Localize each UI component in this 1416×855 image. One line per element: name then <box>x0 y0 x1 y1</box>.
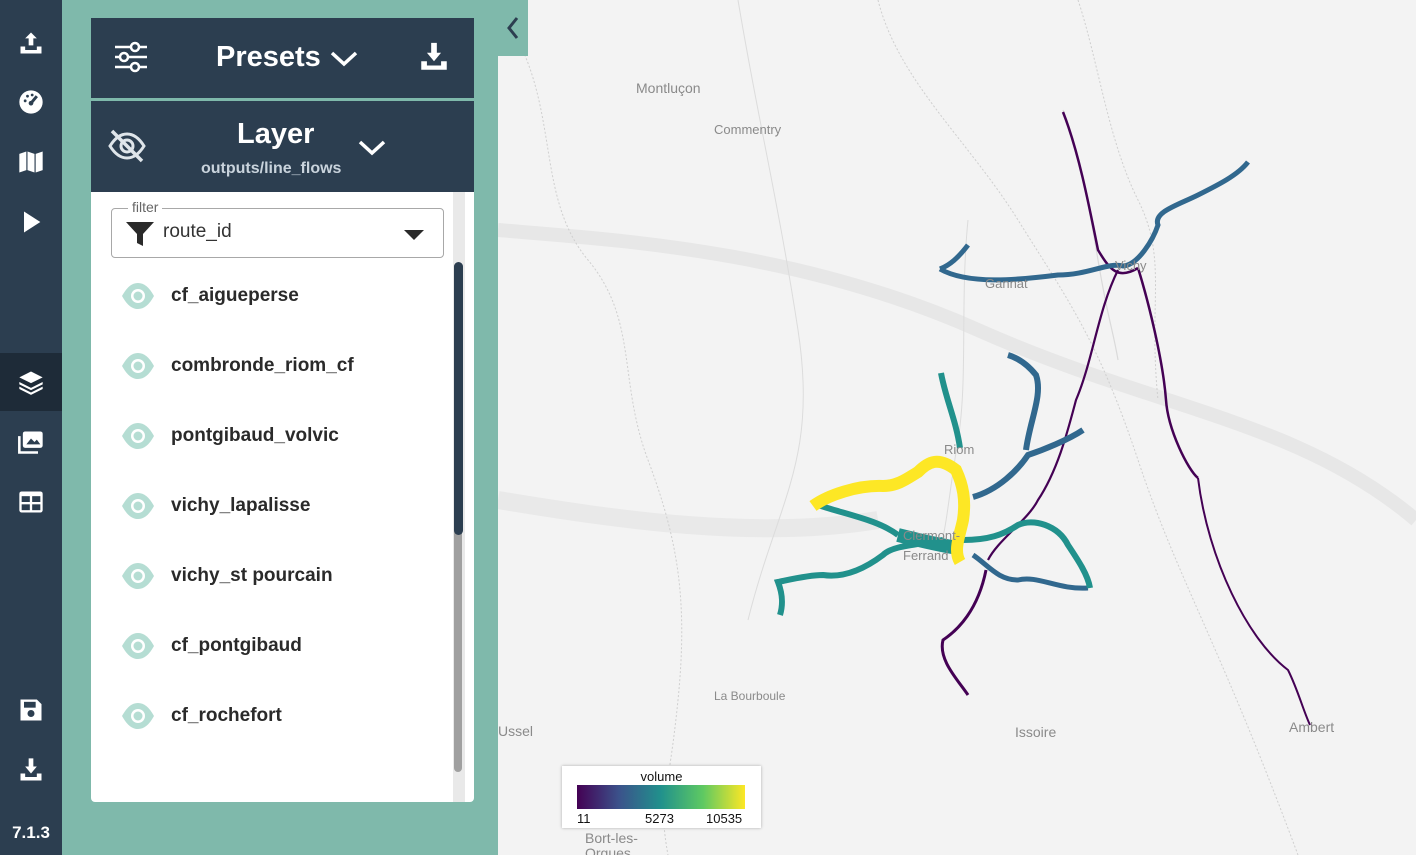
place-label: Gannat <box>985 276 1028 291</box>
route-label: pontgibaud_volvic <box>171 425 339 446</box>
place-label: La Bourboule <box>714 689 786 703</box>
dashboard-button[interactable] <box>0 73 62 131</box>
river-line <box>1062 109 1119 361</box>
route-item[interactable]: cf_aigueperse <box>91 262 451 332</box>
route-item[interactable]: vichy_lapalisse <box>91 472 451 542</box>
route-item[interactable]: cf_rochefort <box>91 682 451 752</box>
download-button[interactable] <box>0 741 62 799</box>
map-canvas[interactable] <box>498 0 1416 855</box>
legend-title: volume <box>640 769 683 784</box>
filter-value: route_id <box>163 221 232 242</box>
funnel-icon <box>126 222 154 246</box>
route-line <box>1061 111 1139 275</box>
route-item[interactable]: cf_pontgibaud <box>91 612 451 682</box>
route-label: vichy_st pourcain <box>171 565 333 586</box>
route-line <box>1136 267 1199 479</box>
layers-button[interactable] <box>0 353 62 411</box>
layer-panel: Presets Layer outputs/line_flows filter … <box>62 0 498 855</box>
collapse-panel-button[interactable] <box>498 0 528 56</box>
layer-title: Layer <box>237 118 315 150</box>
legend-gradient <box>577 785 745 809</box>
route-line <box>938 160 1250 283</box>
route-label: cf_rochefort <box>171 705 282 726</box>
route-line <box>940 569 988 696</box>
place-label: Riom <box>944 442 975 457</box>
eye-icon[interactable] <box>121 349 155 383</box>
route-line <box>1007 352 1042 451</box>
route-line <box>971 552 1089 591</box>
map-icon <box>19 151 43 173</box>
place-label: Bort-les-Orgues <box>585 830 638 855</box>
eye-off-icon[interactable] <box>107 128 147 164</box>
filter-select[interactable]: filter route_id <box>111 199 444 258</box>
place-label: Ambert <box>1289 719 1335 735</box>
place-label: Commentry <box>714 122 782 137</box>
place-label: Montluçon <box>636 80 701 96</box>
route-item[interactable]: vichy_st pourcain <box>91 542 451 612</box>
route-label: cf_aigueperse <box>171 285 299 306</box>
place-label: Ussel <box>498 723 534 739</box>
eye-icon[interactable] <box>121 279 155 313</box>
route-line <box>987 269 1119 561</box>
save-button[interactable] <box>0 681 62 739</box>
layer-subtitle: outputs/line_flows <box>201 160 342 177</box>
volume-legend: volume 11 5273 10535 <box>562 766 761 828</box>
route-line <box>938 372 963 449</box>
chevron-left-icon <box>507 17 519 39</box>
save-icon <box>20 699 42 721</box>
eye-icon[interactable] <box>121 559 155 593</box>
eye-icon[interactable] <box>121 419 155 453</box>
images-icon <box>18 431 43 454</box>
border-line <box>517 39 683 855</box>
layers-icon <box>19 371 43 395</box>
download-icon <box>20 758 42 781</box>
upload-icon <box>20 32 42 54</box>
eye-icon[interactable] <box>121 629 155 663</box>
place-label: Clermont-Ferrand <box>903 528 961 563</box>
route-item[interactable]: combronde_riom_cf <box>91 332 451 402</box>
legend-max: 10535 <box>706 811 743 826</box>
caret-down-icon[interactable] <box>403 229 425 241</box>
route-label: cf_pontgibaud <box>171 635 302 656</box>
images-button[interactable] <box>0 413 62 471</box>
route-line <box>1197 477 1311 726</box>
route-line <box>939 243 970 272</box>
version-label: 7.1.3 <box>12 823 50 842</box>
table-button[interactable] <box>0 473 62 531</box>
presets-header: Presets <box>91 18 474 98</box>
chevron-down-icon[interactable] <box>357 139 387 157</box>
play-icon <box>24 211 41 233</box>
legend-min: 11 <box>577 811 591 826</box>
route-label: vichy_lapalisse <box>171 495 311 516</box>
download-icon[interactable] <box>417 40 451 74</box>
eye-icon[interactable] <box>121 489 155 523</box>
border-line <box>1077 0 1159 401</box>
gauge-icon <box>19 90 43 114</box>
place-label: Vichy <box>1115 258 1147 273</box>
run-button[interactable] <box>0 193 62 251</box>
chevron-down-icon[interactable] <box>329 50 359 68</box>
sliders-icon[interactable] <box>113 40 149 74</box>
upload-button[interactable] <box>0 14 62 72</box>
layer-header: Layer outputs/line_flows <box>91 101 474 192</box>
route-item[interactable]: pontgibaud_volvic <box>91 402 451 472</box>
map-button[interactable] <box>0 133 62 191</box>
route-list-card: filter route_id cf_aigueperse combronde_r… <box>91 192 474 802</box>
table-icon <box>19 491 43 513</box>
place-label: Issoire <box>1015 724 1057 740</box>
left-rail: 7.1.3 <box>0 0 62 855</box>
filter-legend: filter <box>128 199 163 215</box>
eye-icon[interactable] <box>121 699 155 733</box>
presets-title[interactable]: Presets <box>216 41 321 74</box>
route-label: combronde_riom_cf <box>171 355 354 376</box>
scrollbar-thumb[interactable] <box>454 262 463 535</box>
legend-mid: 5273 <box>645 811 674 826</box>
map-view[interactable]: Montluçon Commentry Gannat Vichy Riom Cl… <box>498 0 1416 855</box>
